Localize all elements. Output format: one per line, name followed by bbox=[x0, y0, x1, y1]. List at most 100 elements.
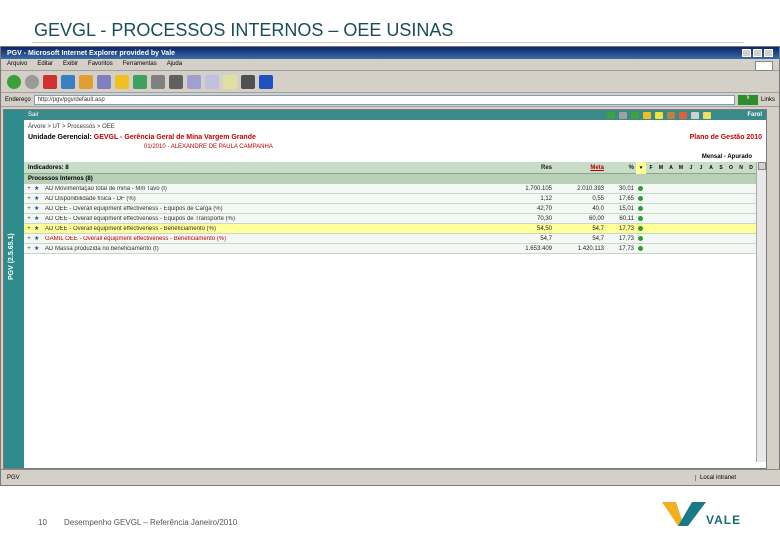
copy-icon[interactable] bbox=[205, 74, 219, 89]
leaf-icon[interactable] bbox=[631, 111, 640, 119]
tree-icon[interactable] bbox=[607, 111, 616, 119]
period-label: Mensal - Apurado bbox=[701, 154, 752, 160]
indicator-name[interactable]: AD OEE - Overall equipment effectiveness… bbox=[42, 226, 502, 232]
expand-icon[interactable]: + bbox=[24, 226, 34, 232]
settings-icon[interactable] bbox=[619, 111, 628, 119]
status-light-icon bbox=[638, 206, 643, 211]
month-header[interactable]: J bbox=[696, 162, 706, 174]
indicator-name[interactable]: AD Massa produzida no beneficiamento (t) bbox=[42, 246, 502, 252]
hand-icon[interactable] bbox=[667, 111, 676, 119]
menu-item-arquivo[interactable]: Arquivo bbox=[7, 61, 27, 68]
menu-item-editar[interactable]: Editar bbox=[37, 61, 53, 68]
grid-header: Indicadores: 8 Res Meta % ▾ F M A M J J … bbox=[24, 162, 766, 174]
month-header[interactable]: M bbox=[656, 162, 666, 174]
print-icon[interactable] bbox=[169, 74, 183, 89]
month-header[interactable]: A bbox=[666, 162, 676, 174]
folder-icon[interactable] bbox=[643, 111, 652, 119]
column-meta[interactable]: Meta bbox=[556, 165, 604, 171]
address-input[interactable]: http://pgv/pgv/default.asp bbox=[33, 94, 735, 105]
indicator-name[interactable]: AD OEE - Overall equipment effectiveness… bbox=[42, 216, 502, 222]
result-value: 1.653.409 bbox=[525, 245, 552, 252]
section-header[interactable]: Processos Internos (8) bbox=[24, 174, 766, 184]
star-icon: ★ bbox=[34, 206, 40, 212]
expand-icon[interactable]: + bbox=[24, 246, 34, 252]
month-header[interactable]: M bbox=[676, 162, 686, 174]
home-icon[interactable] bbox=[79, 74, 93, 89]
percent-value: 17,65 bbox=[618, 195, 634, 202]
unit-code[interactable]: GEVGL bbox=[94, 134, 118, 141]
note-icon[interactable] bbox=[655, 111, 664, 119]
scroll-up-arrow[interactable] bbox=[758, 162, 766, 170]
star-icon: ★ bbox=[34, 246, 40, 252]
close-button[interactable] bbox=[764, 49, 773, 57]
history-icon[interactable] bbox=[133, 74, 147, 89]
favorites-icon[interactable] bbox=[115, 74, 129, 89]
expand-icon[interactable]: + bbox=[24, 236, 34, 242]
percent-value: 17,73 bbox=[618, 225, 634, 232]
expand-icon[interactable]: + bbox=[24, 196, 34, 202]
bluetooth-icon[interactable] bbox=[259, 74, 273, 89]
month-header[interactable]: F bbox=[646, 162, 656, 174]
tools-icon[interactable] bbox=[679, 111, 688, 119]
search-icon[interactable] bbox=[97, 74, 111, 89]
menu-item-ferramentas[interactable]: Ferramentas bbox=[123, 61, 157, 68]
browser-toolbar bbox=[1, 71, 779, 93]
research-icon[interactable] bbox=[241, 74, 255, 89]
indicator-name[interactable]: AD Disponibilidade física - DF (%) bbox=[42, 196, 502, 202]
farol-label[interactable]: Farol bbox=[747, 112, 762, 118]
target-value: 54,7 bbox=[592, 235, 604, 242]
links-label[interactable]: Links bbox=[761, 97, 775, 103]
maximize-button[interactable] bbox=[753, 49, 762, 57]
refresh-icon[interactable] bbox=[61, 74, 75, 89]
back-icon[interactable] bbox=[7, 74, 21, 89]
vale-logo-text: VALE bbox=[706, 513, 742, 527]
minimize-button[interactable] bbox=[742, 49, 751, 57]
exit-link[interactable]: Sair bbox=[28, 112, 39, 118]
star-icon: ★ bbox=[34, 226, 40, 232]
expand-icon[interactable]: + bbox=[24, 186, 34, 192]
section-label[interactable]: Processos Internos (8) bbox=[28, 176, 93, 182]
month-header[interactable]: A bbox=[706, 162, 716, 174]
report-icon[interactable] bbox=[703, 111, 712, 119]
forward-icon[interactable] bbox=[25, 74, 39, 89]
expand-icon[interactable]: + bbox=[24, 216, 34, 222]
indicator-name[interactable]: GAMIL OEE - Overall equipment effectiven… bbox=[42, 236, 502, 242]
go-button[interactable]: Ir bbox=[737, 94, 758, 105]
indicator-name[interactable]: AD OEE - Overall equipment effectiveness… bbox=[42, 206, 502, 212]
menu-item-ajuda[interactable]: Ajuda bbox=[167, 61, 182, 68]
star-icon: ★ bbox=[34, 186, 40, 192]
star-icon: ★ bbox=[34, 216, 40, 222]
month-selected[interactable]: ▾ bbox=[636, 162, 646, 174]
vertical-scrollbar[interactable] bbox=[756, 162, 766, 462]
indicators-count[interactable]: Indicadores: 8 bbox=[28, 165, 69, 171]
indicator-name[interactable]: AD Movimentação total de mina - Mm Tavo … bbox=[42, 186, 502, 192]
unit-line: Unidade Gerencial: GEVGL - Gerência Gera… bbox=[28, 134, 256, 141]
grid-icon[interactable] bbox=[691, 111, 700, 119]
mail-icon[interactable] bbox=[151, 74, 165, 89]
menu-item-favoritos[interactable]: Favoritos bbox=[88, 61, 113, 68]
menu-item-exibir[interactable]: Exibir bbox=[63, 61, 78, 68]
month-header[interactable]: N bbox=[736, 162, 746, 174]
expand-icon[interactable]: + bbox=[24, 206, 34, 212]
target-value: 40,0 bbox=[592, 205, 604, 212]
month-header[interactable]: O bbox=[726, 162, 736, 174]
vale-logo-icon bbox=[662, 502, 706, 526]
table-row[interactable]: + ★ AD OEE - Overall equipment effectivene… bbox=[24, 214, 766, 224]
window-title: PGV - Microsoft Internet Explorer provid… bbox=[7, 49, 176, 57]
result-value: 54,7 bbox=[540, 235, 552, 242]
table-row[interactable]: + ★ AD OEE - Overall equipment effectivene… bbox=[24, 224, 766, 234]
month-header[interactable]: J bbox=[686, 162, 696, 174]
month-header[interactable]: S bbox=[716, 162, 726, 174]
stop-icon[interactable] bbox=[43, 74, 57, 89]
paste-icon[interactable] bbox=[223, 74, 237, 89]
table-row[interactable]: + ★ AD Massa produzida no beneficiamento (… bbox=[24, 244, 766, 254]
table-row[interactable]: + ★ AD Movimentação total de mina - Mm Tav… bbox=[24, 184, 766, 194]
breadcrumb[interactable]: Árvore > UT > Processos > OEE bbox=[28, 124, 115, 130]
month-header[interactable]: D bbox=[746, 162, 756, 174]
table-row[interactable]: + ★ AD OEE - Overall equipment effectivene… bbox=[24, 204, 766, 214]
address-bar: Endereço http://pgv/pgv/default.asp Ir L… bbox=[1, 93, 779, 107]
table-row[interactable]: + ★ AD Disponibilidade física - DF (%) 1,12… bbox=[24, 194, 766, 204]
cut-icon[interactable] bbox=[187, 74, 201, 89]
table-row[interactable]: + ★ GAMIL OEE - Overall equipment effectiv… bbox=[24, 234, 766, 244]
result-value: 1.700.105 bbox=[525, 185, 552, 192]
